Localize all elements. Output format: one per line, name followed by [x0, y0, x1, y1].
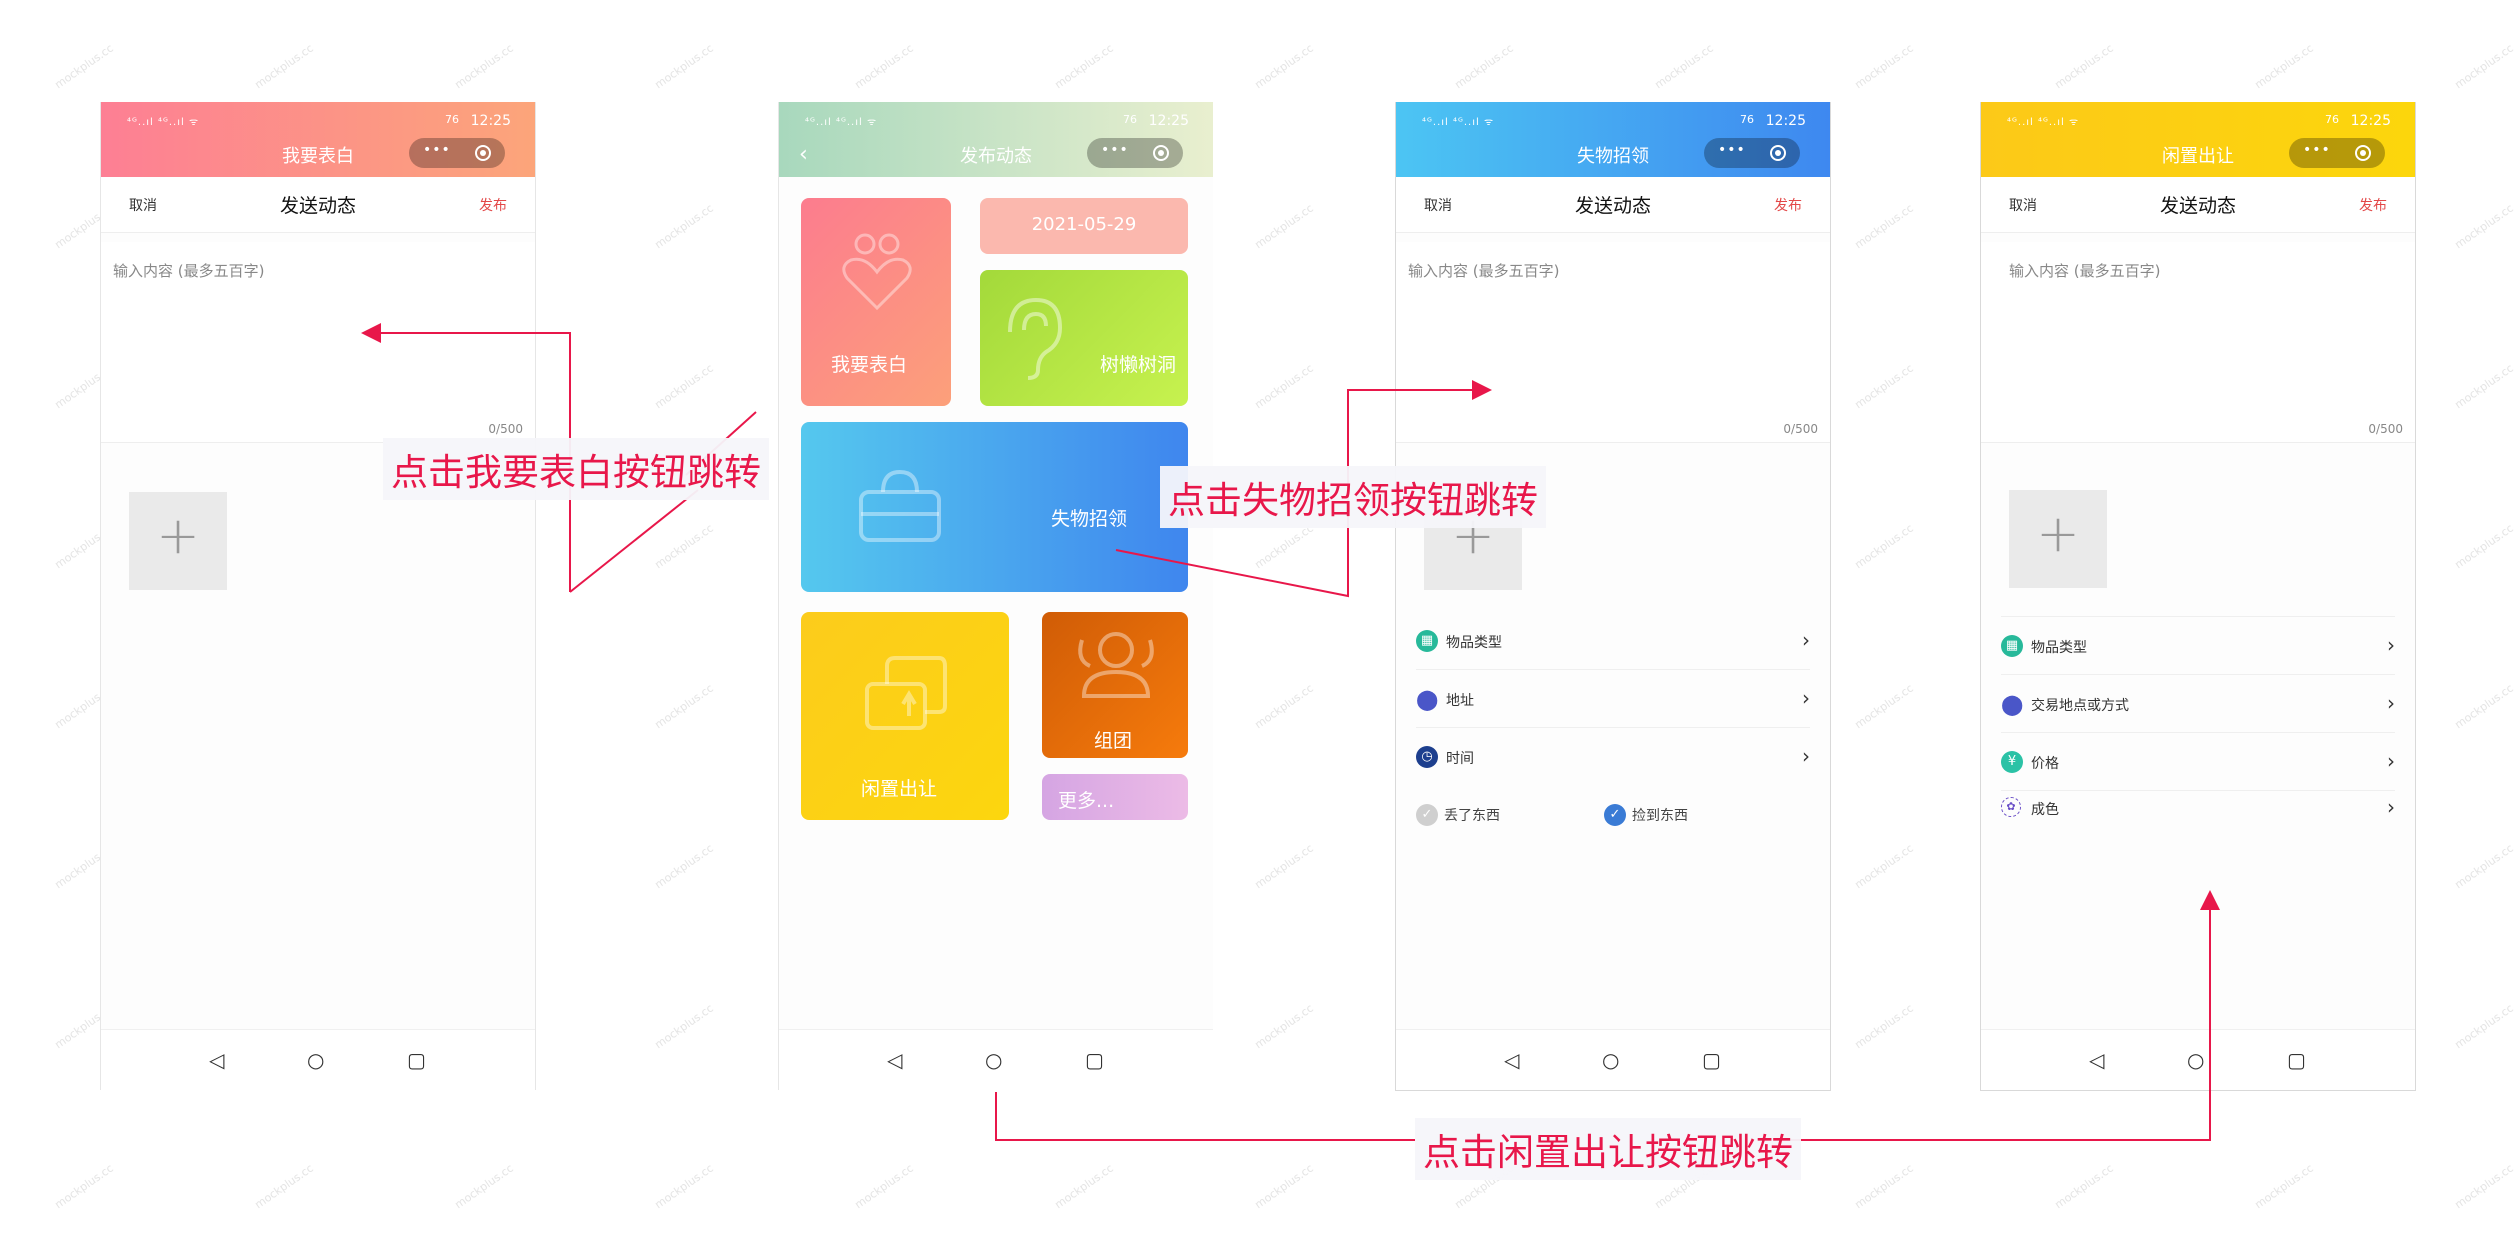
annotation-arrows — [361, 323, 2220, 1141]
arrow-idle-target — [1790, 890, 2220, 1141]
annotation-confession: 点击我要表白按钮跳转 — [383, 438, 769, 500]
arrow-idle — [995, 1092, 1415, 1141]
arrow-confession-pointer-bottom — [569, 489, 699, 593]
annotation-idle: 点击闲置出让按钮跳转 — [1415, 1118, 1801, 1180]
annotation-lost-found: 点击失物招领按钮跳转 — [1160, 466, 1546, 528]
